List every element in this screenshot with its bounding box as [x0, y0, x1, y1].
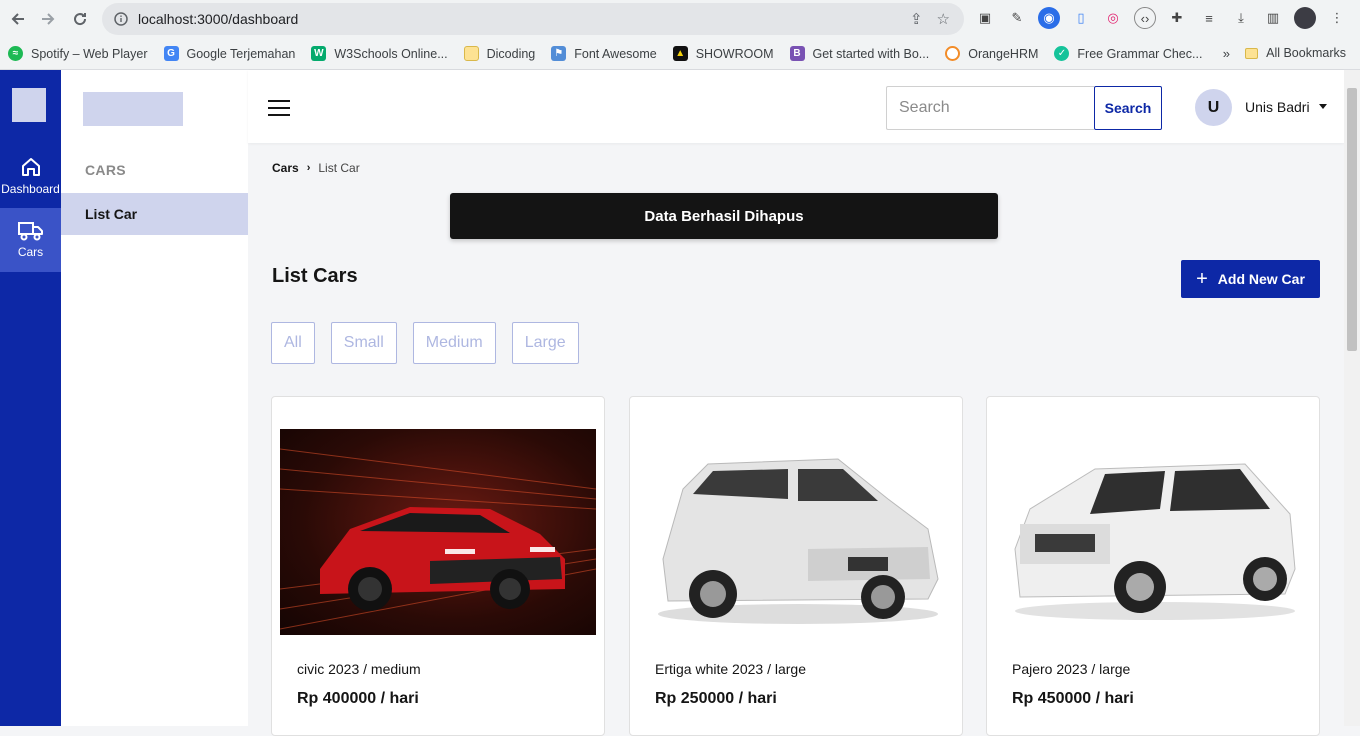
car-card: civic 2023 / medium Rp 400000 / hari [271, 396, 605, 736]
breadcrumb-root[interactable]: Cars [272, 161, 299, 175]
filter-all[interactable]: All [271, 322, 315, 364]
reload-icon[interactable] [64, 3, 96, 35]
breadcrumb: Cars › List Car [272, 161, 360, 175]
size-filters: All Small Medium Large [271, 322, 579, 364]
car-price: Rp 400000 / hari [297, 690, 419, 707]
car-name: Ertiga white 2023 / large [655, 661, 806, 677]
side-panel-icon[interactable]: ▥ [1262, 7, 1284, 29]
download-icon[interactable]: ⤓ [1230, 7, 1252, 29]
filter-large[interactable]: Large [511, 322, 579, 364]
page-title: List Cars [272, 265, 358, 287]
picture-in-picture-icon[interactable]: ▣ [974, 7, 996, 29]
forward-icon[interactable] [32, 3, 64, 35]
back-icon[interactable] [2, 3, 34, 35]
icon-rail: Dashboard Cars [0, 70, 61, 726]
extension-code-icon[interactable]: ‹› [1134, 7, 1156, 29]
breadcrumb-current: List Car [318, 161, 360, 175]
bookmark-grammar[interactable]: ✓ Free Grammar Chec... [1054, 46, 1202, 61]
folder-icon [1245, 47, 1259, 59]
brand-logo [83, 92, 183, 126]
extension-globe-icon[interactable]: ◉ [1038, 7, 1060, 29]
toast-notification: Data Berhasil Dihapus [450, 193, 998, 239]
truck-icon [17, 222, 43, 241]
car-name: civic 2023 / medium [297, 661, 421, 677]
car-image-ertiga [638, 429, 954, 635]
w3schools-icon: W [311, 46, 327, 61]
puzzle-icon[interactable]: ✚ [1166, 7, 1188, 29]
menu-icon[interactable]: ⋮ [1326, 7, 1348, 29]
page-scrollbar[interactable] [1344, 70, 1360, 726]
address-bar[interactable]: localhost:3000/dashboard ⇪ ☆ [102, 3, 964, 35]
bookmark-font-awesome[interactable]: ⚑ Font Awesome [551, 46, 657, 61]
search-input[interactable] [886, 86, 1094, 130]
chevron-right-icon: › [306, 162, 311, 174]
showroom-icon: ▲ [672, 46, 688, 61]
bookmark-showroom[interactable]: ▲ SHOWROOM [672, 46, 774, 61]
flag-icon: ⚑ [551, 46, 567, 61]
avatar[interactable]: U [1195, 89, 1232, 126]
bookmark-bootstrap[interactable]: B Get started with Bo... [789, 46, 929, 61]
filter-medium[interactable]: Medium [412, 322, 496, 364]
url-text[interactable]: localhost:3000/dashboard [138, 11, 298, 27]
car-image-pajero [995, 429, 1311, 635]
share-icon[interactable]: ⇪ [910, 10, 923, 28]
car-image-civic [280, 429, 596, 635]
app-logo [12, 88, 46, 122]
top-bar: Search U Unis Badri [248, 70, 1344, 143]
all-bookmarks[interactable]: All Bookmarks [1245, 46, 1346, 60]
rail-item-dashboard[interactable]: Dashboard [0, 144, 61, 208]
star-icon[interactable]: ☆ [937, 10, 950, 28]
filter-small[interactable]: Small [330, 322, 397, 364]
browser-toolbar: localhost:3000/dashboard ⇪ ☆ ▣ ✎ ◉ ▯ ◎ ‹… [0, 0, 1360, 38]
bookmark-w3schools[interactable]: W W3Schools Online... [311, 46, 448, 61]
user-name[interactable]: Unis Badri [1245, 99, 1310, 115]
car-card: Pajero 2023 / large Rp 450000 / hari [986, 396, 1320, 736]
hamburger-menu-icon[interactable] [268, 100, 290, 116]
profile-icon[interactable] [1294, 7, 1316, 29]
info-icon[interactable] [114, 12, 128, 26]
home-icon [21, 158, 40, 176]
bookmark-google-translate[interactable]: G Google Terjemahan [163, 46, 295, 61]
car-price: Rp 450000 / hari [1012, 690, 1134, 707]
car-card: Ertiga white 2023 / large Rp 250000 / ha… [629, 396, 963, 736]
main-content: Cars › List Car Data Berhasil Dihapus Li… [248, 143, 1344, 736]
pen-icon[interactable]: ✎ [1006, 7, 1028, 29]
car-price: Rp 250000 / hari [655, 690, 777, 707]
extension-target-icon[interactable]: ◎ [1102, 7, 1124, 29]
subnav-section-title: CARS [85, 162, 126, 178]
bookmarks-bar: ≈ Spotify – Web Player G Google Terjemahan… [0, 38, 1360, 70]
bookmark-dicoding[interactable]: Dicoding [463, 46, 535, 61]
bookmark-spotify[interactable]: ≈ Spotify – Web Player [8, 46, 148, 61]
media-icon[interactable]: ≡ [1198, 7, 1220, 29]
plus-icon: + [1196, 267, 1208, 290]
subnav-item-list-car[interactable]: List Car [61, 193, 248, 235]
app-root: Dashboard Cars CARS List Car Search U Un… [0, 70, 1360, 736]
sub-navigation: CARS List Car [61, 70, 248, 726]
bookmarks-overflow-button[interactable]: » [1223, 46, 1230, 61]
translate-icon: G [163, 46, 179, 61]
scrollbar-thumb[interactable] [1347, 88, 1357, 351]
bookmark-orangehrm[interactable]: OrangeHRM [945, 46, 1038, 61]
rail-item-cars[interactable]: Cars [0, 208, 61, 272]
search-button[interactable]: Search [1094, 86, 1162, 130]
bootstrap-icon: B [789, 46, 805, 61]
add-new-car-button[interactable]: + Add New Car [1181, 260, 1320, 298]
spotify-icon: ≈ [8, 46, 23, 61]
folder-icon [463, 46, 479, 61]
car-name: Pajero 2023 / large [1012, 661, 1131, 677]
search-form: Search [886, 86, 1162, 130]
orangehrm-icon [945, 46, 961, 61]
grammar-icon: ✓ [1054, 46, 1070, 61]
extension-doc-icon[interactable]: ▯ [1070, 7, 1092, 29]
caret-down-icon[interactable] [1319, 104, 1327, 109]
